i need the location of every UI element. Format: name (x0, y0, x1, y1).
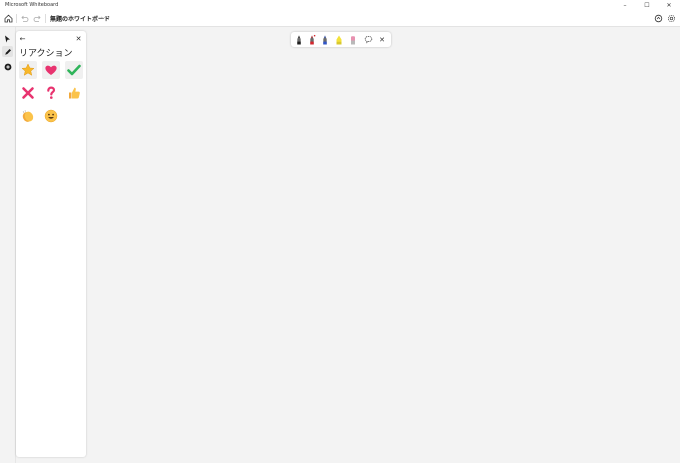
ink-toolbar-close-button[interactable]: ✕ (377, 34, 387, 45)
close-icon: ✕ (379, 35, 385, 44)
black-pen[interactable] (294, 34, 304, 45)
eraser[interactable] (348, 34, 358, 45)
question-icon (47, 86, 56, 99)
ink-toolbar: ✕ (291, 32, 391, 47)
divider (45, 14, 46, 23)
clap-reaction[interactable] (19, 107, 37, 125)
back-arrow-icon: ← (19, 34, 26, 43)
title-bar: Microsoft Whiteboard – ☐ ✕ (0, 0, 680, 11)
thumbs-up-reaction[interactable] (65, 84, 83, 102)
check-icon (67, 64, 81, 76)
app-title: Microsoft Whiteboard (5, 2, 59, 8)
whiteboard-canvas[interactable] (88, 27, 680, 463)
check-reaction[interactable] (65, 61, 83, 79)
chevron-down-icon[interactable]: ⌵ (101, 14, 106, 22)
close-button[interactable]: ✕ (658, 0, 680, 11)
panel-title: リアクション (19, 49, 73, 59)
divider (16, 14, 17, 23)
panel-close-button[interactable]: ✕ (74, 34, 83, 43)
red-pen[interactable] (307, 34, 317, 45)
close-icon: ✕ (75, 34, 82, 43)
clap-icon (22, 110, 34, 122)
plus-circle-icon (4, 63, 11, 70)
home-icon[interactable] (3, 13, 14, 24)
star-reaction[interactable] (19, 61, 37, 79)
smile-icon (44, 109, 58, 123)
pen-icon (323, 35, 327, 45)
undo-icon[interactable] (19, 13, 30, 24)
add-tool[interactable] (2, 61, 13, 72)
minimize-button[interactable]: – (614, 0, 636, 11)
app-toolbar: 無題のホワイトボード ⌵ (0, 11, 680, 27)
heart-reaction[interactable] (42, 61, 60, 79)
pointer-icon (5, 35, 10, 42)
reactions-panel: ← ✕ リアクション (16, 31, 86, 457)
eraser-icon (351, 36, 355, 45)
highlighter-icon (336, 35, 342, 45)
thumbs-up-icon (69, 87, 80, 99)
pen-icon (310, 34, 316, 45)
blue-pen[interactable] (320, 34, 330, 45)
lasso-icon[interactable] (363, 34, 373, 45)
smile-reaction[interactable] (42, 107, 60, 125)
highlighter[interactable] (334, 34, 344, 45)
maximize-button[interactable]: ☐ (636, 0, 658, 11)
gear-icon[interactable] (666, 13, 677, 24)
redo-icon[interactable] (32, 13, 43, 24)
select-tool[interactable] (2, 33, 13, 44)
cross-reaction[interactable] (19, 84, 37, 102)
cross-icon (22, 87, 34, 99)
star-icon (21, 63, 35, 76)
share-icon[interactable] (653, 13, 664, 24)
left-tool-rail (0, 27, 16, 463)
back-button[interactable]: ← (18, 34, 27, 43)
question-reaction[interactable] (42, 84, 60, 102)
pen-icon (297, 35, 301, 45)
pen-icon (4, 48, 11, 55)
ink-tool[interactable] (2, 46, 13, 57)
heart-icon (45, 65, 57, 75)
